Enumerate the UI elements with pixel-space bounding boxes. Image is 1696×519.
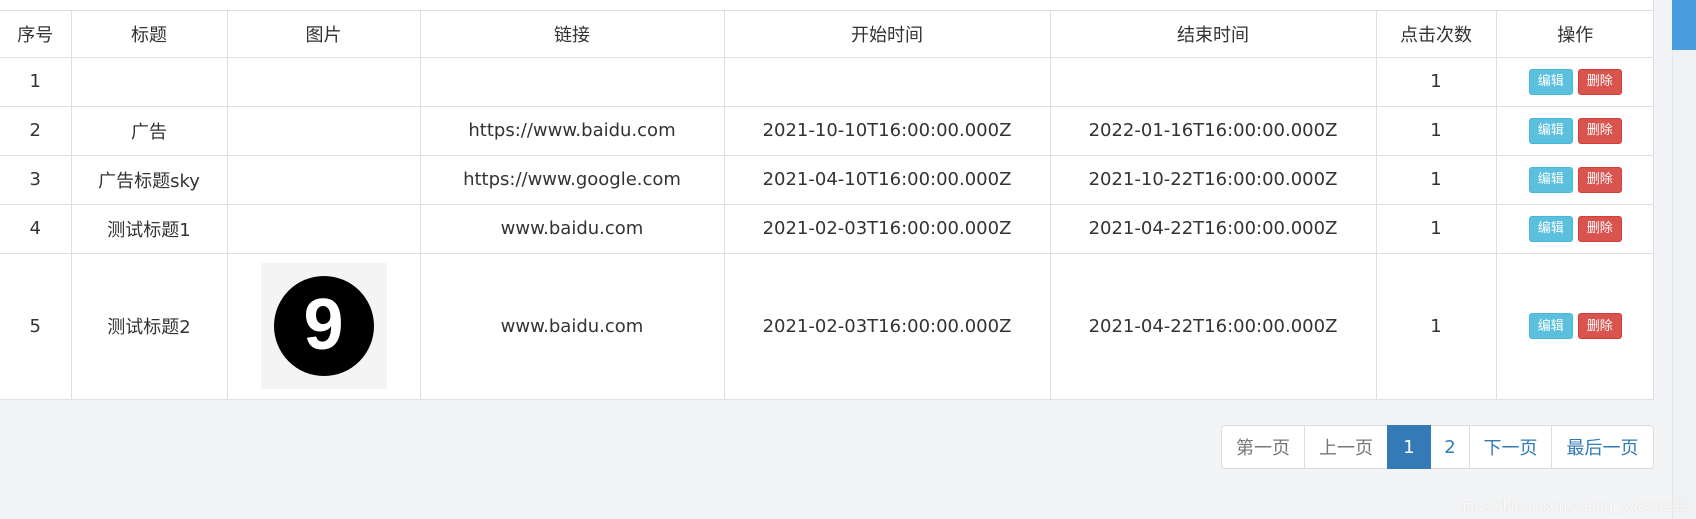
header-click-count: 点击次数 [1376, 11, 1497, 58]
row-click-count: 1 [1376, 57, 1497, 107]
ads-table: 序号 标题 图片 链接 开始时间 结束时间 点击次数 操作 1 1 编辑 删除 … [0, 11, 1653, 399]
thumbnail-number: 9 [303, 285, 344, 366]
row-title [71, 57, 228, 107]
row-image-thumbnail: 9 [260, 263, 387, 390]
delete-button[interactable]: 删除 [1577, 215, 1622, 242]
row-action-group: 编辑 删除 [1528, 166, 1622, 193]
watermark-text: https://blog.csdn.net/qq_44859233 [1457, 498, 1688, 515]
row-end-time: 2021-04-22T16:00:00.000Z [1050, 204, 1377, 254]
scrollbar-thumb[interactable] [1672, 0, 1696, 50]
header-title: 标题 [71, 11, 228, 58]
edit-button[interactable]: 编辑 [1528, 215, 1573, 242]
row-title: 广告 [71, 106, 228, 156]
row-image-cell [227, 106, 421, 156]
header-index: 序号 [0, 11, 72, 58]
row-click-count: 1 [1376, 155, 1497, 205]
row-action-group: 编辑 删除 [1528, 68, 1622, 95]
row-link: www.baidu.com [420, 253, 725, 399]
row-actions: 编辑 删除 [1496, 204, 1653, 254]
row-index: 3 [0, 155, 72, 205]
row-index: 1 [0, 57, 72, 107]
delete-button[interactable]: 删除 [1577, 68, 1622, 95]
row-start-time: 2021-02-03T16:00:00.000Z [724, 253, 1051, 399]
row-actions: 编辑 删除 [1496, 106, 1653, 156]
edit-button[interactable]: 编辑 [1528, 166, 1573, 193]
first-page-button[interactable]: 第一页 [1221, 425, 1305, 469]
table-row: 4 测试标题1 www.baidu.com 2021-02-03T16:00:0… [0, 204, 1653, 254]
row-action-group: 编辑 删除 [1528, 313, 1622, 340]
row-index: 2 [0, 106, 72, 156]
row-end-time: 2022-01-16T16:00:00.000Z [1050, 106, 1377, 156]
row-start-time: 2021-10-10T16:00:00.000Z [724, 106, 1051, 156]
row-title: 测试标题2 [71, 253, 228, 399]
header-actions: 操作 [1496, 11, 1653, 58]
table-row: 3 广告标题sky https://www.google.com 2021-04… [0, 155, 1653, 205]
delete-button[interactable]: 删除 [1577, 313, 1622, 340]
next-page-button[interactable]: 下一页 [1469, 425, 1552, 469]
header-end-time: 结束时间 [1050, 11, 1377, 58]
row-title: 广告标题sky [71, 155, 228, 205]
row-image-cell: 9 [227, 253, 421, 399]
row-image-cell [227, 204, 421, 254]
edit-button[interactable]: 编辑 [1528, 313, 1573, 340]
row-actions: 编辑 删除 [1496, 155, 1653, 205]
row-end-time [1050, 57, 1377, 107]
page: 序号 标题 图片 链接 开始时间 结束时间 点击次数 操作 1 1 编辑 删除 … [0, 0, 1696, 519]
last-page-button[interactable]: 最后一页 [1551, 425, 1654, 469]
previous-page-button[interactable]: 上一页 [1304, 425, 1388, 469]
table-panel: 序号 标题 图片 链接 开始时间 结束时间 点击次数 操作 1 1 编辑 删除 … [0, 0, 1654, 400]
row-click-count: 1 [1376, 106, 1497, 156]
row-link: https://www.google.com [420, 155, 725, 205]
row-start-time: 2021-02-03T16:00:00.000Z [724, 204, 1051, 254]
page-2-button[interactable]: 2 [1430, 425, 1470, 469]
edit-button[interactable]: 编辑 [1528, 68, 1573, 95]
row-index: 4 [0, 204, 72, 254]
row-link: www.baidu.com [420, 204, 725, 254]
delete-button[interactable]: 删除 [1577, 117, 1622, 144]
row-title: 测试标题1 [71, 204, 228, 254]
table-row: 1 1 编辑 删除 [0, 57, 1653, 107]
header-link: 链接 [420, 11, 725, 58]
table-row: 5 测试标题2 9 www.baidu.com 2021-02-03T16:00… [0, 253, 1653, 399]
number-badge-icon: 9 [273, 276, 374, 377]
row-start-time: 2021-04-10T16:00:00.000Z [724, 155, 1051, 205]
row-image-cell [227, 155, 421, 205]
row-link [420, 57, 725, 107]
row-action-group: 编辑 删除 [1528, 117, 1622, 144]
edit-button[interactable]: 编辑 [1528, 117, 1573, 144]
table-header-row: 序号 标题 图片 链接 开始时间 结束时间 点击次数 操作 [0, 11, 1653, 58]
row-start-time [724, 57, 1051, 107]
row-action-group: 编辑 删除 [1528, 215, 1622, 242]
row-index: 5 [0, 253, 72, 399]
header-image: 图片 [227, 11, 421, 58]
row-end-time: 2021-10-22T16:00:00.000Z [1050, 155, 1377, 205]
table-row: 2 广告 https://www.baidu.com 2021-10-10T16… [0, 106, 1653, 156]
row-actions: 编辑 删除 [1496, 57, 1653, 107]
pagination: 第一页 上一页 1 2 下一页 最后一页 [1221, 425, 1654, 469]
row-end-time: 2021-04-22T16:00:00.000Z [1050, 253, 1377, 399]
row-link: https://www.baidu.com [420, 106, 725, 156]
row-actions: 编辑 删除 [1496, 253, 1653, 399]
header-start-time: 开始时间 [724, 11, 1051, 58]
row-click-count: 1 [1376, 253, 1497, 399]
vertical-scrollbar[interactable] [1672, 0, 1696, 519]
row-click-count: 1 [1376, 204, 1497, 254]
page-1-button[interactable]: 1 [1387, 425, 1431, 469]
delete-button[interactable]: 删除 [1577, 166, 1622, 193]
row-image-cell [227, 57, 421, 107]
